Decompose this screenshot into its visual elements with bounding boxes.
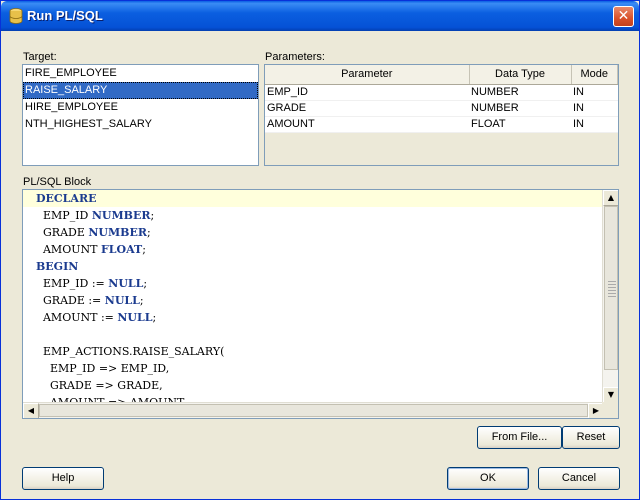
parameters-table[interactable]: Parameter Data Type Mode EMP_ID NUMBER IN GRA…: [264, 64, 619, 166]
plsql-block-label: PL/SQL Block: [23, 176, 92, 188]
cancel-label: Cancel: [561, 472, 597, 484]
ok-label: OK: [480, 472, 496, 484]
code-line[interactable]: EMP_ACTIONS.RAISE_SALARY(: [23, 343, 604, 360]
code-line[interactable]: BEGIN: [23, 258, 604, 275]
keyword: NULL: [108, 277, 144, 290]
table-cell: IN: [571, 84, 618, 101]
reset-button[interactable]: Reset: [562, 426, 620, 449]
title-bar[interactable]: Run PL/SQL ✕: [1, 1, 639, 31]
reset-label: Reset: [576, 431, 606, 443]
scroll-left-icon[interactable]: ◀: [23, 403, 39, 418]
table-cell: AMOUNT: [265, 116, 469, 133]
parameters-label: Parameters:: [265, 51, 325, 63]
plsql-editor[interactable]: DECLARE EMP_ID NUMBER; GRADE NUMBER; AMO…: [22, 189, 619, 419]
table-cell: NUMBER: [469, 100, 571, 117]
window-title: Run PL/SQL: [27, 8, 103, 23]
code-line[interactable]: GRADE NUMBER;: [23, 224, 604, 241]
table-cell: GRADE: [265, 100, 469, 117]
close-button[interactable]: ✕: [613, 6, 634, 27]
table-cell: EMP_ID: [265, 84, 469, 101]
table-cell: FLOAT: [469, 116, 571, 133]
grip-icon: [608, 281, 616, 299]
scroll-down-icon[interactable]: ▼: [603, 387, 618, 403]
target-item[interactable]: HIRE_EMPLOYEE: [23, 99, 258, 116]
code-line[interactable]: AMOUNT := NULL;: [23, 309, 604, 326]
run-plsql-dialog: Run PL/SQL ✕ Target: FIRE_EMPLOYEE RAISE_…: [0, 0, 640, 500]
keyword: NUMBER: [91, 209, 151, 222]
code-line[interactable]: GRADE => GRADE,: [23, 377, 604, 394]
table-row[interactable]: GRADE NUMBER IN: [265, 100, 618, 117]
horizontal-scrollbar[interactable]: ◀ ▶: [23, 402, 604, 418]
target-item[interactable]: RAISE_SALARY: [23, 82, 258, 99]
vertical-scroll-thumb[interactable]: [604, 206, 618, 370]
horizontal-scroll-thumb[interactable]: [39, 404, 588, 417]
cancel-button[interactable]: Cancel: [538, 467, 620, 490]
table-cell: IN: [571, 100, 618, 117]
table-row[interactable]: AMOUNT FLOAT IN: [265, 116, 618, 133]
target-item[interactable]: FIRE_EMPLOYEE: [23, 65, 258, 82]
code-line[interactable]: GRADE := NULL;: [23, 292, 604, 309]
code-area[interactable]: DECLARE EMP_ID NUMBER; GRADE NUMBER; AMO…: [23, 190, 604, 403]
target-item[interactable]: NTH_HIGHEST_SALARY: [23, 116, 258, 133]
table-cell: NUMBER: [469, 84, 571, 101]
target-label: Target:: [23, 51, 57, 63]
table-cell: IN: [571, 116, 618, 133]
code-line[interactable]: EMP_ID => EMP_ID,: [23, 360, 604, 377]
help-label: Help: [51, 472, 75, 484]
from-file-label: From File...: [491, 431, 548, 443]
code-line[interactable]: [23, 326, 604, 343]
table-row[interactable]: EMP_ID NUMBER IN: [265, 84, 618, 101]
column-header[interactable]: Mode: [571, 65, 618, 85]
code-line[interactable]: EMP_ID := NULL;: [23, 275, 604, 292]
from-file-button[interactable]: From File...: [477, 426, 562, 449]
keyword: NULL: [104, 294, 140, 307]
keyword: NUMBER: [88, 226, 148, 239]
database-icon: [9, 8, 23, 24]
ok-button[interactable]: OK: [447, 467, 529, 490]
code-line[interactable]: AMOUNT FLOAT;: [23, 241, 604, 258]
code-line[interactable]: DECLARE: [23, 190, 604, 207]
column-header[interactable]: Data Type: [469, 65, 572, 85]
scroll-corner: [602, 402, 618, 418]
code-line[interactable]: EMP_ID NUMBER;: [23, 207, 604, 224]
keyword: NULL: [117, 311, 153, 324]
target-list[interactable]: FIRE_EMPLOYEE RAISE_SALARY HIRE_EMPLOYEE NT…: [22, 64, 259, 166]
vertical-scrollbar[interactable]: ▲ ▼: [602, 190, 618, 403]
column-header[interactable]: Parameter: [265, 65, 470, 85]
scroll-up-icon[interactable]: ▲: [603, 190, 618, 206]
keyword: BEGIN: [36, 260, 79, 273]
help-button[interactable]: Help: [22, 467, 104, 490]
keyword: DECLARE: [36, 192, 97, 205]
keyword: FLOAT: [100, 243, 143, 256]
